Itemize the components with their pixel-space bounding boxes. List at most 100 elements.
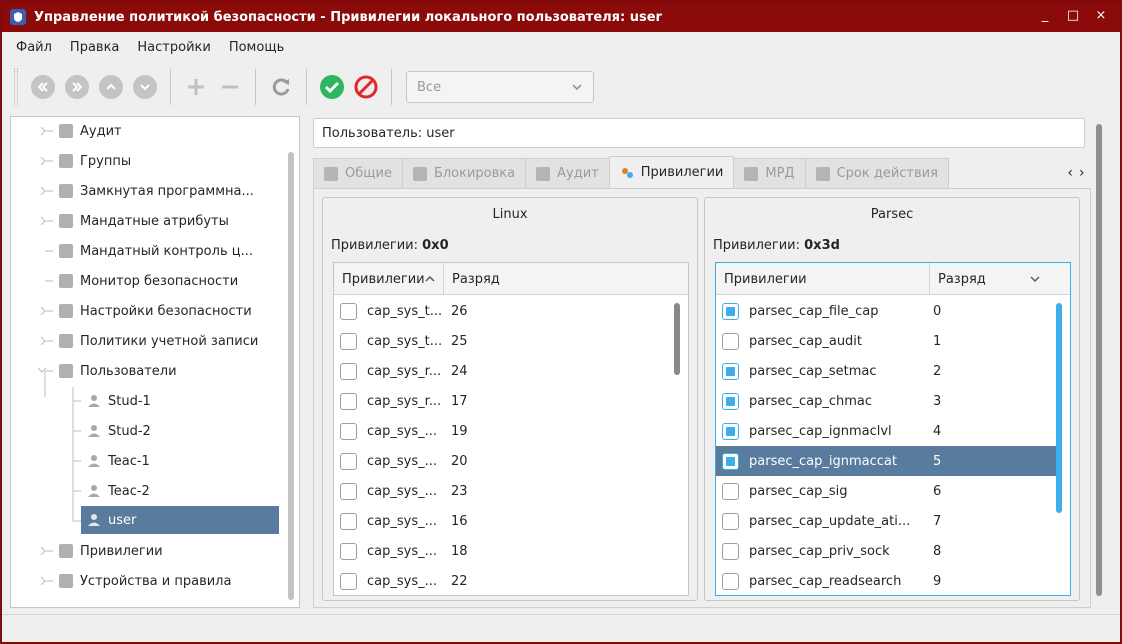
privilege-bit: 8: [933, 543, 942, 559]
privilege-checkbox[interactable]: [722, 482, 739, 500]
tree-item-teac-1[interactable]: Teac-1: [87, 447, 150, 475]
account-policy-icon: [59, 334, 73, 348]
tree-item-security-monitor[interactable]: Монитор безопасности: [59, 267, 238, 295]
privilege-checkbox[interactable]: [340, 572, 357, 590]
tree-scrollbar[interactable]: [288, 152, 294, 600]
toolbar-grip[interactable]: [14, 68, 18, 106]
privilege-bit: 6: [933, 483, 942, 499]
table-row[interactable]: parsec_cap_priv_sock 8: [716, 536, 1056, 566]
tab-scroll-left[interactable]: ‹: [1067, 165, 1073, 181]
tree-item-groups[interactable]: Группы: [59, 147, 131, 175]
privilege-checkbox[interactable]: [340, 512, 357, 530]
privilege-checkbox[interactable]: [722, 512, 739, 530]
title-bar[interactable]: Управление политикой безопасности - Прив…: [2, 2, 1120, 32]
privilege-checkbox[interactable]: [722, 332, 739, 350]
table-row[interactable]: cap_sys_t... 25: [334, 326, 674, 356]
tab-general[interactable]: Общие: [313, 158, 403, 188]
filter-select[interactable]: Все: [406, 71, 594, 103]
table-row[interactable]: parsec_cap_ignmaccat 5: [716, 446, 1056, 476]
forward-button[interactable]: [65, 75, 89, 99]
tree-item-mandatory-attrs[interactable]: Мандатные атрибуты: [59, 207, 229, 235]
table-row[interactable]: cap_sys_... 23: [334, 476, 674, 506]
table-row[interactable]: cap_sys_... 18: [334, 536, 674, 566]
privilege-checkbox[interactable]: [340, 422, 357, 440]
parsec-list-scrollbar[interactable]: [1056, 303, 1062, 513]
table-row[interactable]: parsec_cap_audit 1: [716, 326, 1056, 356]
minimize-button[interactable]: _: [1038, 7, 1052, 25]
status-bar: [2, 614, 1120, 642]
privilege-checkbox[interactable]: [722, 422, 739, 440]
column-header-bit[interactable]: Разряд: [930, 263, 1048, 295]
privilege-checkbox[interactable]: [722, 542, 739, 560]
tree-item-privileges[interactable]: Привилегии: [59, 537, 163, 565]
table-row[interactable]: cap_sys_... 16: [334, 506, 674, 536]
tree-item-users[interactable]: Пользователи: [59, 357, 177, 385]
integrity-icon: [59, 244, 73, 258]
menu-settings[interactable]: Настройки: [129, 40, 220, 55]
tree-item-audit[interactable]: Аудит: [59, 117, 122, 145]
tree-item-account-policies[interactable]: Политики учетной записи: [59, 327, 258, 355]
table-row[interactable]: parsec_cap_readsearch 9: [716, 566, 1056, 595]
table-row[interactable]: parsec_cap_chmac 3: [716, 386, 1056, 416]
privilege-checkbox[interactable]: [340, 362, 357, 380]
tab-audit[interactable]: Аудит: [525, 158, 610, 188]
privilege-checkbox[interactable]: [340, 452, 357, 470]
cancel-button[interactable]: [352, 73, 380, 101]
table-row[interactable]: cap_sys_... 22: [334, 566, 674, 595]
table-row[interactable]: cap_sys_... 20: [334, 446, 674, 476]
privilege-checkbox[interactable]: [722, 302, 739, 320]
table-row[interactable]: cap_sys_... 19: [334, 416, 674, 446]
column-header-bit[interactable]: Разряд: [444, 263, 664, 295]
table-row[interactable]: cap_sys_r... 17: [334, 386, 674, 416]
privilege-checkbox[interactable]: [722, 362, 739, 380]
privilege-checkbox[interactable]: [340, 392, 357, 410]
add-button[interactable]: [182, 73, 210, 101]
parsec-privileges-list[interactable]: Привилегии Разряд parsec_cap_file_cap 0 pa…: [715, 262, 1071, 596]
privilege-checkbox[interactable]: [722, 572, 739, 590]
table-row[interactable]: parsec_cap_file_cap 0: [716, 296, 1056, 326]
close-button[interactable]: ×: [1094, 7, 1108, 25]
privilege-checkbox[interactable]: [340, 542, 357, 560]
panel-scrollbar[interactable]: [1096, 124, 1102, 596]
tree-item-stud-1[interactable]: Stud-1: [87, 387, 151, 415]
apply-button[interactable]: [318, 73, 346, 101]
table-row[interactable]: parsec_cap_sig 6: [716, 476, 1056, 506]
column-header-privileges[interactable]: Привилегии: [334, 263, 444, 295]
privilege-checkbox[interactable]: [722, 392, 739, 410]
refresh-button[interactable]: [267, 73, 295, 101]
linux-list-scrollbar[interactable]: [674, 303, 680, 375]
privilege-checkbox[interactable]: [340, 332, 357, 350]
remove-button[interactable]: [216, 73, 244, 101]
column-header-privileges[interactable]: Привилегии: [716, 263, 930, 295]
privilege-checkbox[interactable]: [722, 452, 739, 470]
back-button[interactable]: [31, 75, 55, 99]
table-row[interactable]: parsec_cap_update_ati... 7: [716, 506, 1056, 536]
tab-label: Общие: [345, 166, 392, 181]
tab-lock[interactable]: Блокировка: [401, 158, 527, 188]
table-row[interactable]: parsec_cap_setmac 2: [716, 356, 1056, 386]
tab-privileges[interactable]: Привилегии: [608, 156, 735, 188]
menu-file[interactable]: Файл: [8, 40, 62, 55]
tab-mrd[interactable]: МРД: [733, 158, 806, 188]
privilege-checkbox[interactable]: [340, 482, 357, 500]
tree-item-devices[interactable]: Устройства и правила: [59, 567, 231, 595]
menu-help[interactable]: Помощь: [221, 40, 294, 55]
menu-edit[interactable]: Правка: [62, 40, 129, 55]
privilege-checkbox[interactable]: [340, 302, 357, 320]
table-row[interactable]: parsec_cap_ignmaclvl 4: [716, 416, 1056, 446]
up-button[interactable]: [99, 75, 123, 99]
tab-scroll-right[interactable]: ›: [1079, 165, 1085, 181]
tree-item-integrity-control[interactable]: Мандатный контроль ц...: [59, 237, 253, 265]
tree-item-security-settings[interactable]: Настройки безопасности: [59, 297, 252, 325]
table-row[interactable]: cap_sys_t... 26: [334, 296, 674, 326]
table-row[interactable]: cap_sys_r... 24: [334, 356, 674, 386]
down-button[interactable]: [133, 75, 157, 99]
tree-item-stud-2[interactable]: Stud-2: [87, 417, 151, 445]
tree-item-teac-2[interactable]: Teac-2: [87, 477, 150, 505]
tree-item-closed-software[interactable]: Замкнутая программна...: [59, 177, 254, 205]
linux-privileges-list[interactable]: Привилегии Разряд cap_sys_t... 26 cap_sys_…: [333, 262, 689, 596]
shield-app-icon: [10, 9, 26, 25]
tab-expiry[interactable]: Срок действия: [804, 158, 949, 188]
maximize-button[interactable]: □: [1066, 7, 1080, 25]
tree-item-user[interactable]: user: [81, 506, 279, 534]
